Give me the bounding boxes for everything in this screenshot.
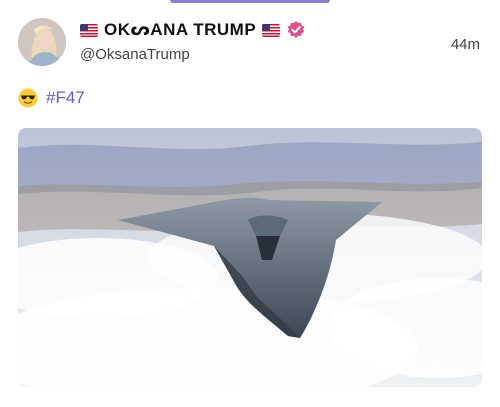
avatar-photo	[18, 18, 66, 66]
sunglasses-emoji-icon	[18, 88, 38, 108]
us-flag-icon	[80, 23, 98, 37]
hashtag-link[interactable]: #F47	[46, 88, 85, 108]
post-body: #F47	[18, 88, 85, 108]
post-card[interactable]: OKᔕANA TRUMP @OksanaTrump 44m #F47	[0, 0, 500, 407]
author-name-row: OKᔕANA TRUMP	[80, 20, 306, 40]
post-media-image[interactable]	[18, 128, 482, 387]
us-flag-icon	[262, 23, 281, 37]
post-timestamp[interactable]: 44m	[451, 36, 480, 53]
fighter-jet-image	[18, 128, 482, 387]
verified-badge-icon	[286, 20, 306, 40]
author-handle[interactable]: @OksanaTrump	[80, 46, 190, 63]
author-display-name[interactable]: OKᔕANA TRUMP	[104, 20, 256, 40]
avatar[interactable]	[18, 18, 66, 66]
